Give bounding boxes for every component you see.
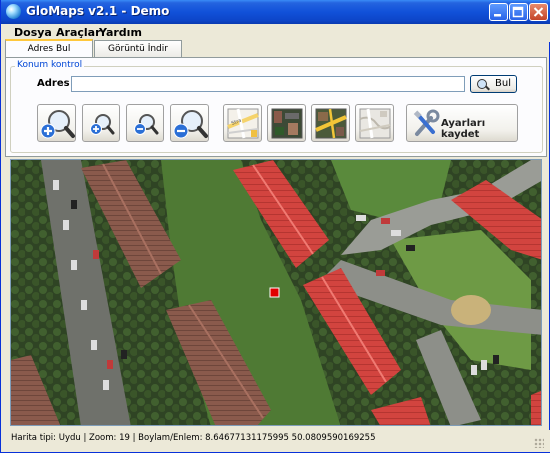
status-bar: Harita tipi: Uydu | Zoom: 19 | Boylam/En… bbox=[2, 430, 550, 452]
zoom-in-large-icon bbox=[40, 110, 75, 139]
street-map-icon: Stra bbox=[227, 108, 259, 139]
terrain-map-icon bbox=[359, 108, 391, 139]
close-button[interactable] bbox=[529, 3, 548, 21]
satellite-image bbox=[11, 160, 541, 425]
adres-input[interactable] bbox=[71, 76, 465, 92]
hybrid-map-button[interactable] bbox=[311, 104, 350, 142]
maximize-icon bbox=[512, 6, 524, 18]
save-settings-label: Ayarları kaydet bbox=[441, 118, 486, 140]
zoom-out-large-button[interactable] bbox=[170, 104, 209, 142]
status-text: Harita tipi: Uydu | Zoom: 19 | Boylam/En… bbox=[11, 433, 376, 443]
minimize-button[interactable] bbox=[489, 3, 508, 21]
satellite-map-button[interactable] bbox=[267, 104, 306, 142]
minimize-icon bbox=[494, 14, 501, 17]
save-settings-button[interactable]: Ayarları kaydet bbox=[406, 104, 518, 142]
resize-grip-icon[interactable] bbox=[534, 438, 544, 448]
app-window: GloMaps v2.1 - Demo Dosya Araçlar Yardım… bbox=[0, 0, 550, 453]
terrain-map-button[interactable] bbox=[355, 104, 394, 142]
menu-yardim[interactable]: Yardım bbox=[99, 26, 142, 39]
satellite-map-icon bbox=[271, 108, 303, 139]
tab-adres-bul[interactable]: Adres Bul bbox=[5, 39, 93, 58]
maximize-button[interactable] bbox=[509, 3, 528, 21]
close-icon bbox=[533, 7, 544, 17]
tools-icon bbox=[413, 109, 440, 136]
bul-button-label: Bul bbox=[495, 78, 511, 89]
zoom-in-small-icon bbox=[90, 114, 115, 135]
zoom-in-small-button[interactable] bbox=[82, 104, 120, 142]
zoom-out-large-icon bbox=[173, 110, 208, 139]
menu-araclar[interactable]: Araçlar bbox=[56, 26, 101, 39]
map-view[interactable] bbox=[10, 159, 542, 426]
location-marker bbox=[269, 287, 280, 298]
zoom-in-large-button[interactable] bbox=[37, 104, 76, 142]
group-title: Konum kontrol bbox=[15, 60, 85, 70]
menu-dosya[interactable]: Dosya bbox=[14, 26, 52, 39]
zoom-out-small-button[interactable] bbox=[126, 104, 164, 142]
street-map-button[interactable]: Stra bbox=[223, 104, 262, 142]
window-title: GloMaps v2.1 - Demo bbox=[26, 4, 170, 18]
tab-goruntu-indir[interactable]: Görüntü İndir bbox=[94, 40, 182, 57]
zoom-out-small-icon bbox=[134, 114, 159, 135]
bul-button[interactable]: Bul bbox=[470, 75, 517, 93]
title-bar[interactable]: GloMaps v2.1 - Demo bbox=[1, 0, 550, 24]
globe-icon bbox=[6, 4, 21, 19]
hybrid-map-icon bbox=[315, 108, 347, 139]
